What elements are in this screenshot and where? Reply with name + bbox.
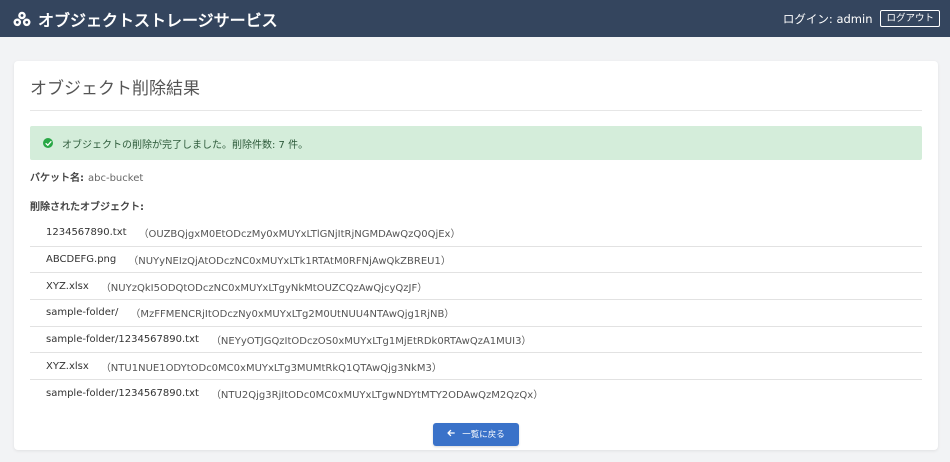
object-name: sample-folder/ <box>46 307 119 319</box>
brand[interactable]: オブジェクトストレージサービス <box>13 7 278 31</box>
bucket-info: バケット名: abc-bucket <box>30 172 922 186</box>
object-id: （NUYzQkI5ODQtODczNC0xMUYxLTgyNkMtOUZCQzA… <box>100 282 428 294</box>
alert-message: オブジェクトの削除が完了しました。削除件数: 7 件。 <box>62 139 309 151</box>
deleted-objects-label: 削除されたオブジェクト: <box>30 202 144 213</box>
object-id: （NTU2Qjg3RjItODc0MC0xMUYxLTgwNDYtMTY2ODA… <box>210 389 544 401</box>
app-title: オブジェクトストレージサービス <box>38 10 278 30</box>
object-name: XYZ.xlsx <box>46 360 89 372</box>
logout-button[interactable]: ログアウト <box>880 10 940 27</box>
list-item: sample-folder/1234567890.txt （NEYyOTJGQz… <box>30 327 922 354</box>
arrow-left-icon <box>447 429 456 440</box>
deleted-objects-list: 1234567890.txt （OUZBQjgxM0EtODczMy0xMUYx… <box>30 220 922 407</box>
page-title: オブジェクト削除結果 <box>30 79 200 99</box>
bucket-value: abc-bucket <box>88 173 144 184</box>
list-item: XYZ.xlsx （NUYzQkI5ODQtODczNC0xMUYxLTgyNk… <box>30 273 922 301</box>
bucket-label: バケット名: <box>30 173 84 184</box>
object-id: （NTU1NUE1ODYtODc0MC0xMUYxLTg3MUMtRkQ1QTA… <box>100 362 442 374</box>
divider <box>30 110 922 111</box>
login-status: ログイン: admin <box>782 11 873 26</box>
success-alert: オブジェクトの削除が完了しました。削除件数: 7 件。 <box>30 126 922 160</box>
result-card: オブジェクト削除結果 オブジェクトの削除が完了しました。削除件数: 7 件。 バ… <box>14 61 938 450</box>
list-item: ABCDEFG.png （NUYyNEIzQjAtODczNC0xMUYxLTk… <box>30 247 922 274</box>
back-to-list-button[interactable]: 一覧に戻る <box>433 422 519 446</box>
list-item: sample-folder/ （MzFFMENCRjItODczNy0xMUYx… <box>30 300 922 327</box>
object-name: sample-folder/1234567890.txt <box>46 334 199 346</box>
list-item: sample-folder/1234567890.txt （NTU2Qjg3Rj… <box>30 380 922 407</box>
object-id: （OUZBQjgxM0EtODczMy0xMUYxLTlGNjItRjNGMDA… <box>138 229 461 241</box>
list-item: XYZ.xlsx （NTU1NUE1ODYtODc0MC0xMUYxLTg3MU… <box>30 353 922 381</box>
check-circle-icon <box>43 138 53 148</box>
object-id: （MzFFMENCRjItODczNy0xMUYxLTg2M0UtNUU4NTA… <box>130 309 455 321</box>
list-item: 1234567890.txt （OUZBQjgxM0EtODczMy0xMUYx… <box>30 220 922 247</box>
back-button-label: 一覧に戻る <box>462 430 505 441</box>
object-id: （NUYyNEIzQjAtODczNC0xMUYxLTk1RTAtM0RFNjA… <box>128 256 451 268</box>
top-navbar: オブジェクトストレージサービス ログイン: admin ログアウト <box>0 0 950 37</box>
object-name: sample-folder/1234567890.txt <box>46 387 199 399</box>
cubes-icon <box>13 11 31 27</box>
object-name: XYZ.xlsx <box>46 280 89 292</box>
object-id: （NEYyOTJGQzItODczOS0xMUYxLTg1MjEtRDk0RTA… <box>210 336 532 348</box>
object-name: 1234567890.txt <box>46 227 127 239</box>
object-name: ABCDEFG.png <box>46 254 117 266</box>
